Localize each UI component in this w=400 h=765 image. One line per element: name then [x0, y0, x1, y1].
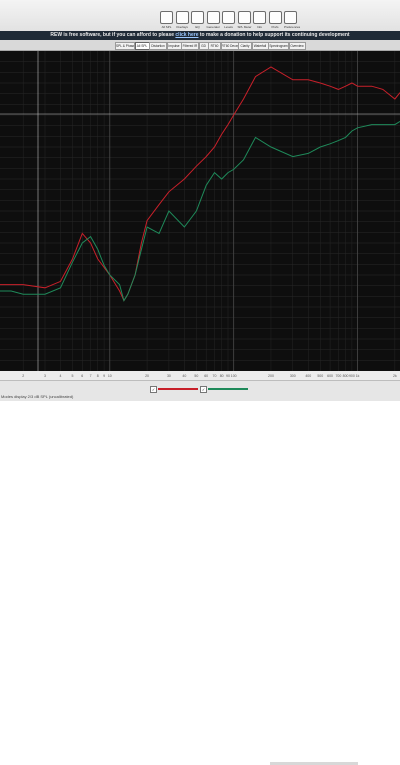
plot-canvas[interactable] — [0, 51, 400, 371]
tab-waterfall[interactable]: Waterfall — [251, 42, 269, 50]
series-0-line — [0, 66, 400, 302]
legend-swatch — [208, 388, 248, 390]
toolbar-button-all-spl[interactable]: All SPL — [160, 11, 173, 31]
toolbar-button-label: Prefs — [271, 25, 279, 29]
x-tick-label: 10 — [107, 374, 112, 378]
x-tick-label: 2 — [22, 374, 25, 378]
toolbar-button-levels[interactable]: Levels — [222, 11, 235, 31]
x-tick-label: 900 — [348, 374, 355, 378]
tab-clarity[interactable]: Clarity — [238, 42, 252, 50]
tab-impulse[interactable]: Impulse — [166, 42, 182, 50]
tab-rt60[interactable]: RT60 — [208, 42, 221, 50]
x-tick-label: 20 — [145, 374, 150, 378]
x-tick-label: 1k — [355, 374, 360, 378]
x-tick-label: 4 — [59, 374, 62, 378]
donate-link[interactable]: click here — [175, 32, 198, 38]
x-tick-label: 8 — [96, 374, 99, 378]
toolbar-button-label: Info — [256, 25, 262, 29]
x-tick-label: 700 — [335, 374, 342, 378]
x-tick-label: 400 — [305, 374, 312, 378]
tab-spectrogram[interactable]: Spectrogram — [268, 42, 289, 50]
x-tick-label: 100 — [230, 374, 237, 378]
eq-icon — [191, 11, 204, 24]
x-tick-label: 200 — [268, 374, 274, 378]
x-tick-label: 2k — [393, 374, 397, 378]
x-tick-label: 500 — [317, 374, 324, 378]
toolbar-button-label: Generator — [206, 25, 221, 29]
x-tick-label: 60 — [204, 374, 209, 378]
graph-tabs: SPL & Phase All SPL Distortion Impulse Filte… — [0, 40, 400, 51]
toolbar-button-label: EQ — [195, 25, 200, 29]
toolbar-button-preferences[interactable]: Preferences — [284, 11, 301, 31]
x-tick-label: 80 — [219, 374, 224, 378]
toolbar-button-info[interactable]: Info — [253, 11, 266, 31]
x-tick-label: 5 — [71, 374, 74, 378]
info-icon — [253, 11, 266, 24]
tab-spl-phase[interactable]: SPL & Phase — [115, 42, 135, 50]
tab-rt60-decay[interactable]: RT60 Decay — [220, 42, 239, 50]
x-tick-label: 6 — [81, 374, 84, 378]
toolbar-button-spl-meter[interactable]: SPL Meter — [237, 11, 252, 31]
tab-distortion[interactable]: Distortion — [149, 42, 167, 50]
status-text: Modes display 2/3 dB SPL (uncalibrated) — [1, 394, 74, 399]
x-tick-label: 600 — [327, 374, 333, 378]
x-tick-label: 70 — [212, 374, 217, 378]
x-tick-label: 300 — [289, 374, 296, 378]
rew-window: All SPL Overlays EQ Generator Levels SPL Mete… — [0, 0, 400, 765]
x-tick-label: 30 — [166, 374, 171, 378]
overlays-icon — [175, 11, 189, 24]
spl-meter-icon — [237, 11, 251, 24]
toolbar-button-generator[interactable]: Generator — [206, 11, 221, 31]
x-tick-label: 800 — [342, 374, 349, 378]
preferences-icon — [284, 11, 297, 24]
toolbar: All SPL Overlays EQ Generator Levels SPL Mete… — [0, 0, 400, 32]
donation-banner: REW is free software, but if you can aff… — [0, 31, 400, 40]
toolbar-button-overlays[interactable]: Overlays — [175, 11, 189, 31]
toolbar-button-eq[interactable]: EQ — [191, 11, 204, 31]
prefs-icon — [268, 11, 282, 24]
toolbar-button-label: Overlays — [176, 25, 188, 29]
x-tick-label: 90 — [226, 374, 230, 378]
x-tick-label: 3 — [44, 374, 46, 378]
x-tick-label: 9 — [103, 374, 106, 378]
toolbar-button-label: Preferences — [284, 25, 301, 29]
banner-text-before: REW is free software, but if you can aff… — [50, 32, 176, 38]
toolbar-button-prefs[interactable]: Prefs — [268, 11, 282, 31]
levels-icon — [222, 11, 235, 24]
frequency-response-plot[interactable] — [0, 51, 400, 371]
legend-checkbox[interactable]: ✓ — [150, 386, 157, 393]
tab-gd[interactable]: GD — [198, 42, 209, 50]
x-tick-label: 7 — [89, 374, 92, 378]
tab-filtered-ir[interactable]: Filtered IR — [181, 42, 199, 50]
legend-swatch — [158, 388, 198, 390]
tab-all-spl[interactable]: All SPL — [134, 42, 150, 50]
x-tick-label: 40 — [182, 374, 187, 378]
all-spl-icon — [160, 11, 173, 24]
toolbar-button-label: All SPL — [161, 25, 172, 29]
generator-icon — [206, 11, 220, 24]
toolbar-button-label: Levels — [224, 25, 233, 29]
tab-overview[interactable]: Overview — [288, 42, 306, 50]
x-tick-label: 50 — [194, 374, 199, 378]
toolbar-button-label: SPL Meter — [237, 25, 252, 29]
legend-checkbox[interactable]: ✓ — [200, 386, 207, 393]
banner-text-after: to make a donation to help support its c… — [198, 32, 350, 38]
